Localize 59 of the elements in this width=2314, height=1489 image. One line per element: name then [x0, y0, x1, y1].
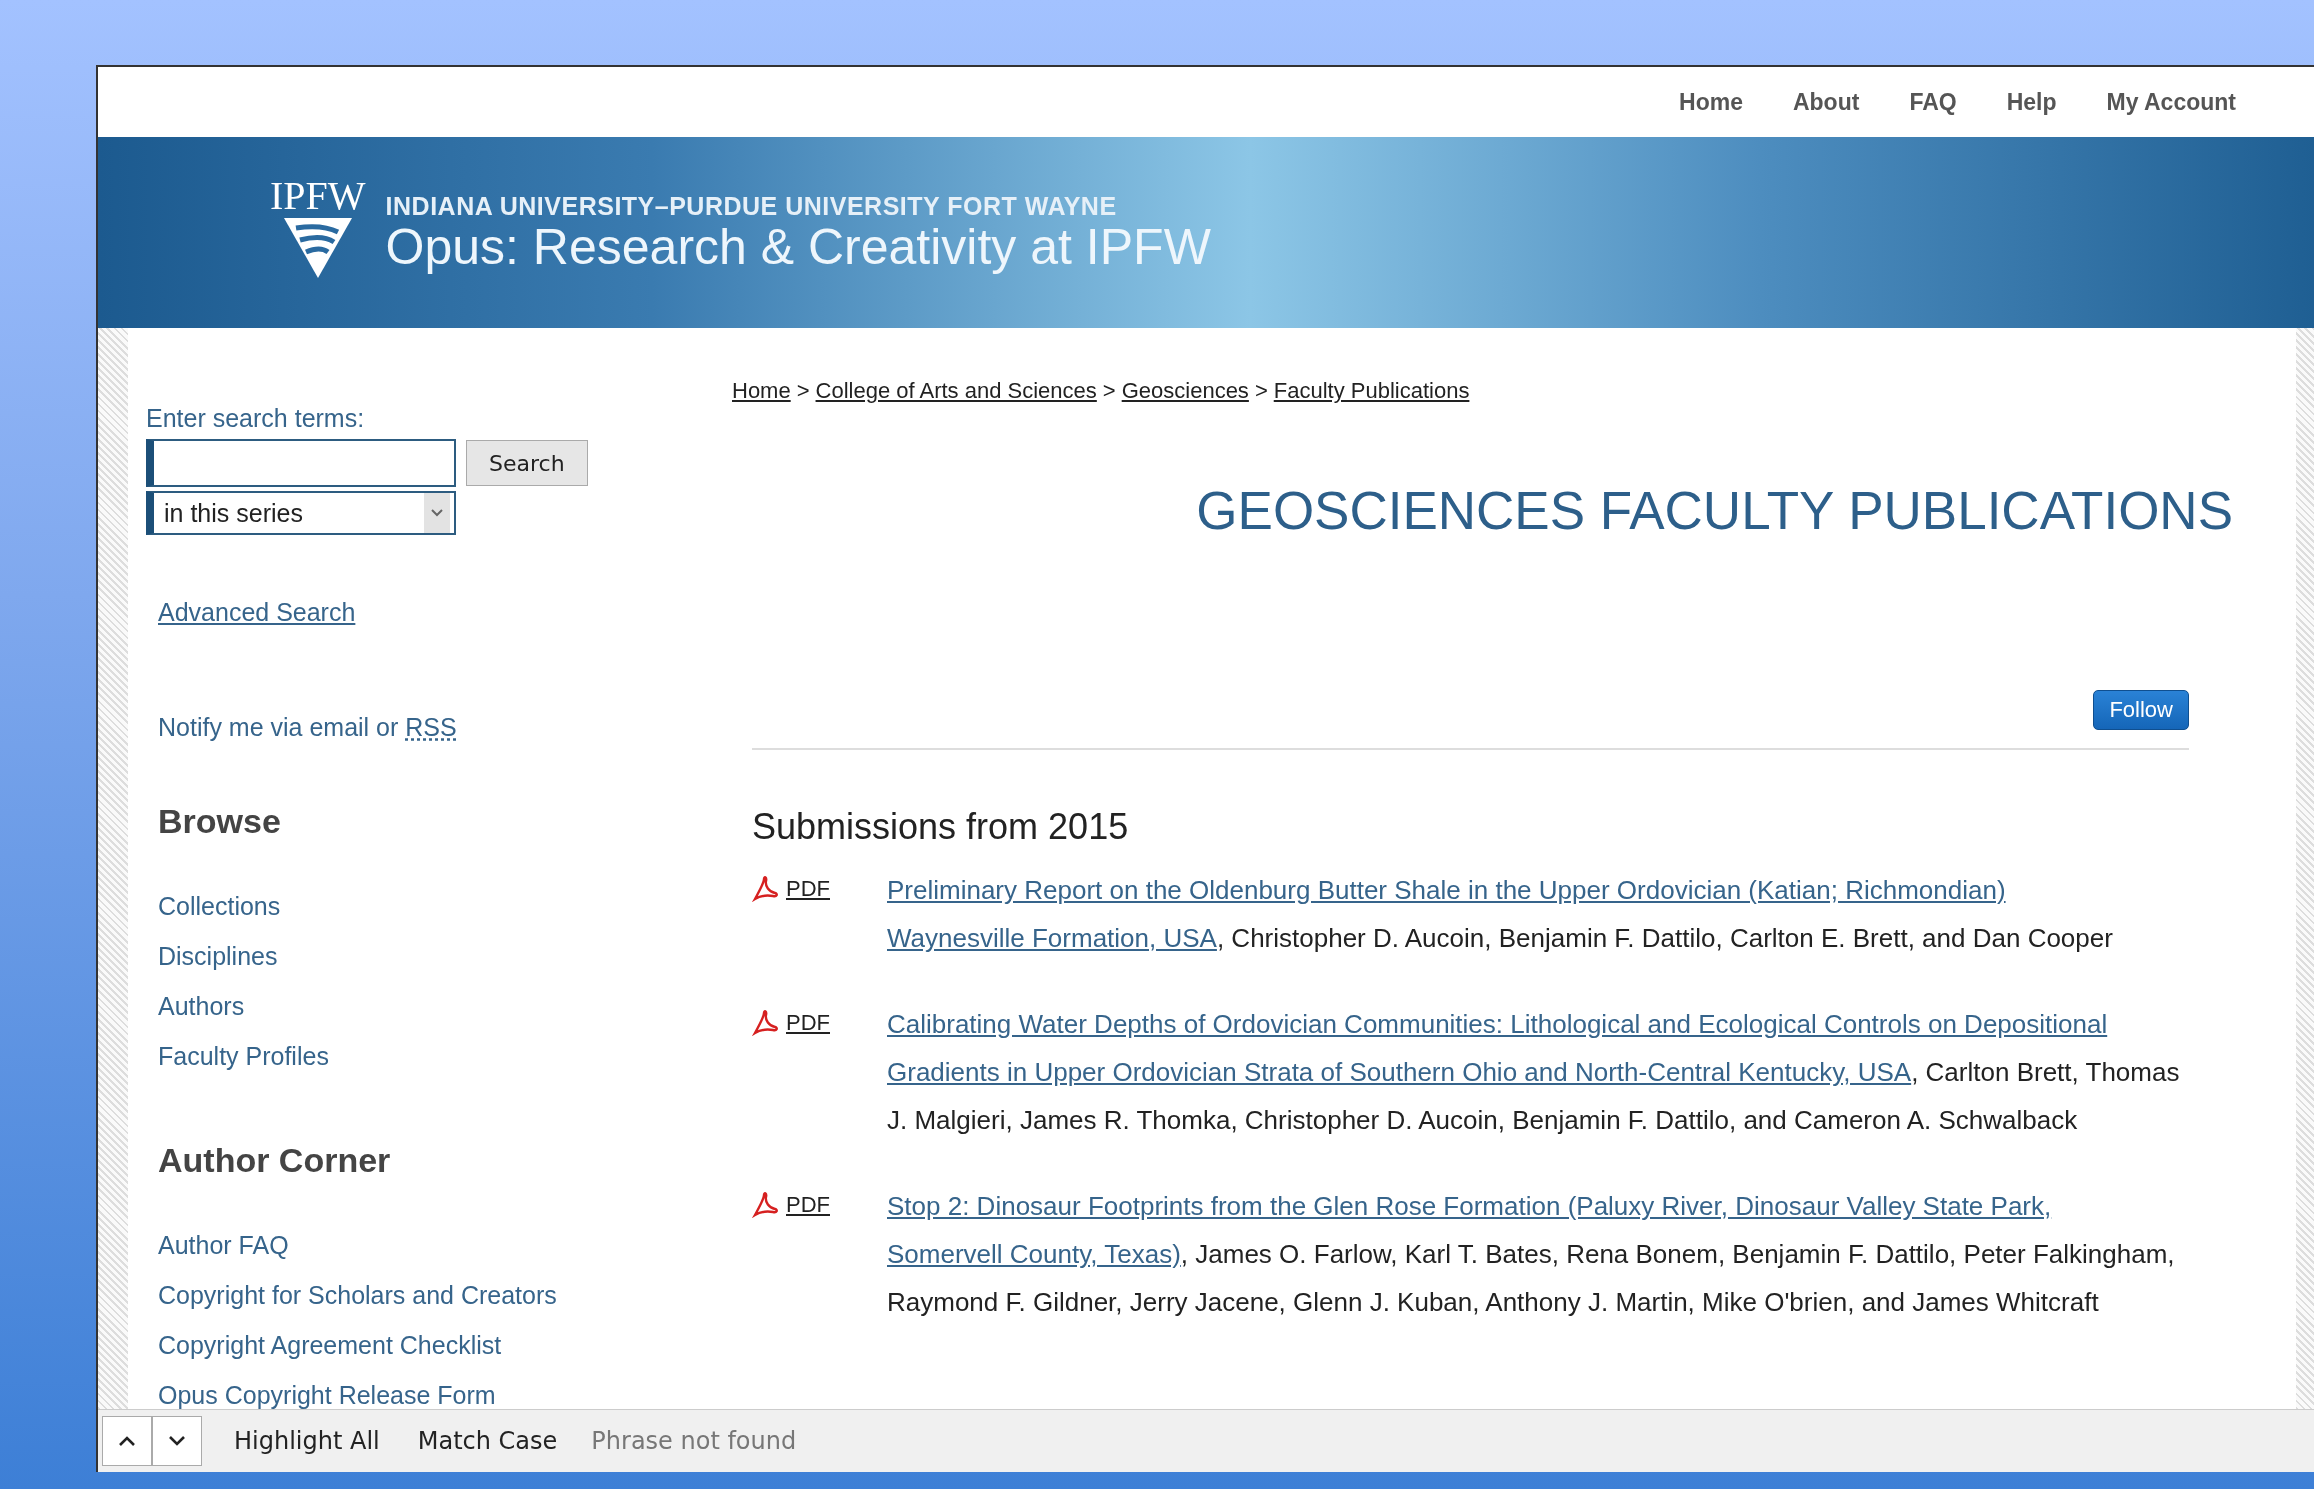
- section-heading: Submissions from 2015: [752, 806, 1130, 848]
- breadcrumb-link[interactable]: College of Arts and Sciences: [815, 378, 1097, 404]
- sidebar-heading: Author Corner: [157, 1141, 391, 1180]
- logo-chevron-icon: [281, 215, 354, 280]
- nav-link[interactable]: Help: [2006, 88, 2057, 116]
- highlight-all-button[interactable]: Highlight All: [228, 1423, 386, 1459]
- nav-link[interactable]: Home: [1679, 88, 1743, 116]
- pdf-link[interactable]: PDF: [786, 1192, 830, 1218]
- publication-title-link[interactable]: Calibrating Water Depths of Ordovician Communities: Lithological and Ecological Controls on Depositional: [887, 1009, 2108, 1039]
- publication-title-link[interactable]: Waynesville Formation, USA: [887, 923, 1217, 953]
- breadcrumb-separator: >: [1254, 378, 1268, 404]
- find-status: Phrase not found: [591, 1427, 797, 1455]
- chevron-up-icon: [118, 1435, 136, 1447]
- follow-button[interactable]: Follow: [2093, 690, 2189, 730]
- publication-title-link[interactable]: Somervell County, Texas): [887, 1239, 1181, 1269]
- publication-citation: Stop 2: Dinosaur Footprints from the Glen Rose Formation (Paluxy River, Dinosaur Valley State Park, Somervell County, Texas), James O. Farlow, Karl T. Bates, Rena Bonem, Benjamin F. Dattilo, Peter Falkingham, Raymond F. Gildner, Jerry Jacene, Glenn J. Kuban, Anthony J. Martin, Mike O'brien, and James Whitcraft: [887, 1190, 2176, 1319]
- logo-text: IPFW: [270, 175, 366, 216]
- sidebar-link[interactable]: Copyright Agreement Checklist: [146, 1320, 502, 1370]
- breadcrumb-separator: >: [1102, 378, 1116, 404]
- sidebar-link[interactable]: Copyright for Scholars and Creators: [146, 1270, 557, 1320]
- sidebar-link[interactable]: Disciplines: [146, 931, 278, 981]
- dropdown-chevron-icon: [424, 493, 450, 533]
- breadcrumb-link[interactable]: Faculty Publications: [1273, 378, 1470, 404]
- nav-link[interactable]: My Account: [2106, 88, 2236, 116]
- breadcrumb-link[interactable]: Home: [732, 378, 791, 404]
- search-label: Enter search terms:: [146, 404, 365, 433]
- breadcrumb-link[interactable]: Geosciences: [1121, 378, 1249, 404]
- publication-title-link[interactable]: Stop 2: Dinosaur Footprints from the Glen Rose Formation (Paluxy River, Dinosaur Valley State Park,: [887, 1191, 2052, 1221]
- page-title: GEOSCIENCES FACULTY PUBLICATIONS: [1195, 480, 2233, 541]
- publication-citation: Calibrating Water Depths of Ordovician Communities: Lithological and Ecological Controls on Depositional Gradients in Upper Ordovician Strata of Southern Ohio and North-Central Kentucky, USA, Carlton Brett, Thomas J. Malgieri, James R. Thomka, Christopher D. Aucoin, Benjamin F. Dattilo, and Cameron A. Schwalback: [887, 1008, 2181, 1137]
- search-field[interactable]: [146, 439, 456, 487]
- next-match-button[interactable]: [152, 1416, 202, 1466]
- pdf-icon: [752, 1192, 778, 1218]
- rss-link[interactable]: RSS: [405, 713, 457, 741]
- sidebar-link[interactable]: Faculty Profiles: [146, 1031, 329, 1081]
- publication-citation: Preliminary Report on the Oldenburg Butter Shale in the Upper Ordovician (Katian; Richmondian) Waynesville Formation, USA, Christopher D. Aucoin, Benjamin F. Dattilo, Carlton E. Brett, and Dan Cooper: [887, 874, 2113, 955]
- match-case-button[interactable]: Match Case: [411, 1423, 564, 1459]
- sidebar-link[interactable]: Collections: [146, 881, 281, 931]
- banner-subtitle: INDIANA UNIVERSITY–PURDUE UNIVERSITY FORT WAYNE: [385, 191, 1118, 221]
- chevron-down-icon: [168, 1435, 186, 1447]
- publication-title-link[interactable]: Gradients in Upper Ordovician Strata of Southern Ohio and North-Central Kentucky, USA: [887, 1057, 1912, 1087]
- previous-match-button[interactable]: [102, 1416, 152, 1466]
- sidebar-link[interactable]: Opus Copyright Release Form: [146, 1370, 496, 1409]
- pdf-icon: [752, 1010, 778, 1036]
- breadcrumb-separator: >: [796, 378, 810, 404]
- sidebar-link[interactable]: Author FAQ: [146, 1220, 289, 1270]
- nav-link[interactable]: FAQ: [1909, 88, 1957, 116]
- scope-dropdown[interactable]: in this series: [146, 491, 456, 535]
- search-button[interactable]: Search: [466, 440, 588, 486]
- pdf-link[interactable]: PDF: [786, 876, 830, 902]
- sidebar-heading: Browse: [157, 802, 281, 841]
- pdf-link[interactable]: PDF: [786, 1010, 830, 1036]
- sidebar-link[interactable]: Authors: [146, 981, 245, 1031]
- advanced-search-link[interactable]: Advanced Search: [146, 598, 356, 627]
- banner-title: Opus: Research & Creativity at IPFW: [385, 220, 1211, 274]
- pdf-icon: [752, 876, 778, 902]
- publication-title-link[interactable]: Preliminary Report on the Oldenburg Butter Shale in the Upper Ordovician (Katian; Richmondian): [887, 875, 2006, 905]
- nav-link[interactable]: About: [1792, 88, 1860, 116]
- notify-text: Notify me via email or RSS: [157, 713, 457, 742]
